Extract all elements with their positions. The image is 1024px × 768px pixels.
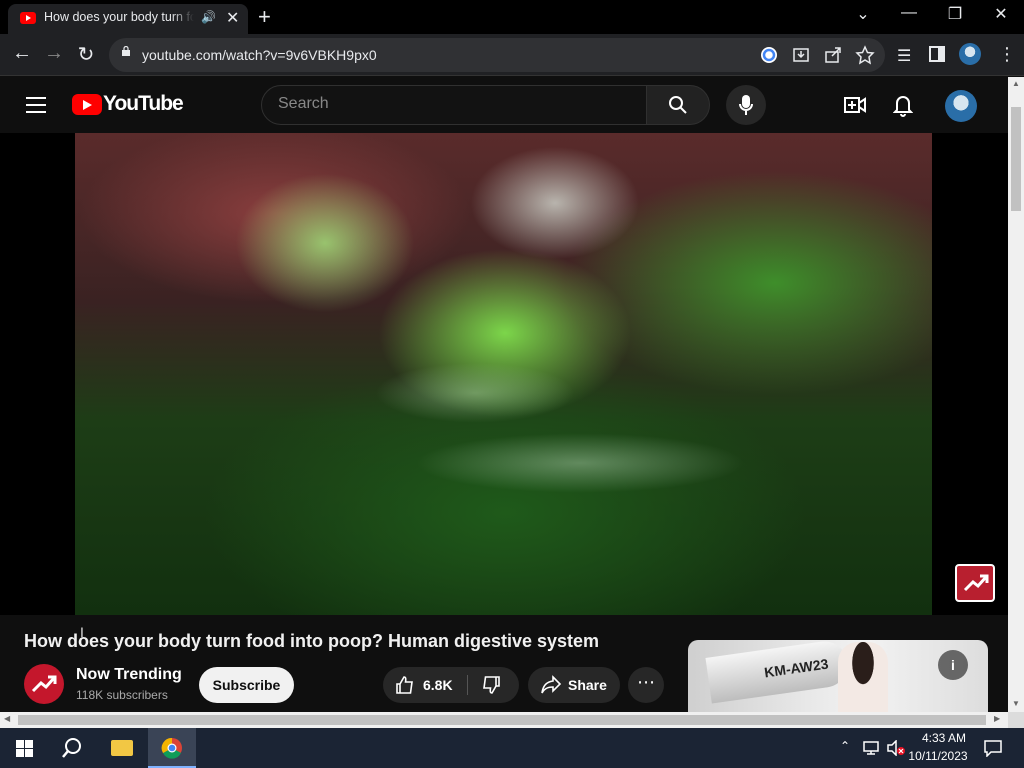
video-player[interactable] (75, 133, 932, 615)
scrollbar-corner (1008, 712, 1024, 728)
chrome-icon (161, 737, 182, 759)
vertical-scrollbar[interactable]: ▲ ▼ (1008, 77, 1024, 712)
scroll-left-icon[interactable]: ◀ (4, 714, 10, 723)
youtube-logo-icon[interactable] (72, 94, 102, 115)
google-icon[interactable] (759, 45, 779, 65)
share-icon[interactable] (823, 45, 843, 65)
address-bar[interactable]: youtube.com/watch?v=9v6VBKH9px0 (109, 38, 885, 72)
like-button[interactable]: 6.8K (383, 667, 467, 703)
windows-start-icon[interactable] (16, 740, 33, 757)
subscriber-count: 118K subscribers (76, 688, 168, 702)
tab-title: How does your body turn food into poop? … (44, 10, 194, 24)
microphone-icon (739, 95, 753, 115)
youtube-favicon-icon (20, 12, 36, 24)
youtube-logo-text[interactable]: YouTube (103, 92, 184, 116)
channel-watermark-icon[interactable] (955, 564, 995, 602)
media-control-icon[interactable]: ☰ (897, 46, 911, 66)
lock-icon[interactable] (121, 46, 131, 56)
like-count: 6.8K (423, 677, 453, 693)
like-dislike-bar: 6.8K (383, 667, 519, 703)
tab-close-icon[interactable]: ✕ (226, 8, 239, 28)
ad-banner[interactable]: KM-AW23 i (688, 640, 988, 712)
ad-person-image (838, 642, 888, 712)
folder-icon (111, 740, 133, 756)
restore-button[interactable]: ❐ (932, 4, 978, 24)
channel-name[interactable]: Now Trending (76, 666, 182, 684)
channel-avatar[interactable] (24, 664, 64, 704)
new-tab-button[interactable]: + (258, 4, 271, 30)
show-hidden-icons-icon[interactable]: ⌃ (840, 739, 850, 753)
dislike-button[interactable] (469, 667, 519, 703)
horizontal-scroll-thumb[interactable] (18, 715, 986, 725)
network-icon[interactable] (862, 740, 880, 756)
clock-date[interactable]: 10/11/2023 (906, 749, 970, 763)
horizontal-scrollbar[interactable]: ◀ ▶ (0, 712, 1008, 728)
browser-toolbar: ← → ↻ youtube.com/watch?v=9v6VBKH9px0 ☰ … (0, 34, 1024, 76)
browser-tab-strip: How does your body turn food into poop? … (0, 0, 1024, 34)
more-actions-button[interactable]: ⋯ (628, 667, 664, 703)
search-input[interactable] (278, 95, 628, 113)
video-foam-highlight-2 (415, 433, 745, 493)
voice-search-button[interactable] (726, 85, 766, 125)
forward-icon[interactable]: → (40, 42, 68, 65)
account-avatar[interactable] (945, 90, 977, 122)
subscribe-button[interactable]: Subscribe (199, 667, 294, 703)
share-arrow-icon (541, 675, 562, 694)
video-splash-highlight (235, 173, 415, 313)
video-title: How does your body turn food into poop? … (24, 631, 600, 651)
create-video-icon[interactable] (844, 95, 866, 115)
notifications-bell-icon[interactable] (893, 93, 913, 117)
taskbar-search-icon[interactable] (61, 737, 83, 759)
tab-audio-icon[interactable]: 🔊 (201, 10, 216, 24)
hamburger-menu-icon[interactable] (26, 97, 46, 113)
search-icon (669, 96, 687, 114)
scroll-up-icon[interactable]: ▲ (1012, 79, 1020, 88)
url-text[interactable]: youtube.com/watch?v=9v6VBKH9px0 (142, 47, 377, 63)
browser-tab[interactable]: How does your body turn food into poop? … (8, 4, 248, 34)
star-icon[interactable] (855, 45, 875, 65)
side-panel-icon[interactable] (929, 46, 945, 62)
youtube-header: YouTube (0, 77, 1008, 133)
file-explorer-button[interactable] (98, 728, 146, 768)
windows-taskbar: ⌃ 4:33 AM 10/11/2023 (0, 728, 1024, 768)
volume-muted-icon[interactable] (886, 740, 906, 756)
share-button[interactable]: Share (528, 667, 620, 703)
ad-info-button[interactable]: i (938, 650, 968, 680)
notifications-icon[interactable] (984, 740, 1002, 757)
chrome-taskbar-button[interactable] (148, 728, 196, 768)
share-label: Share (568, 677, 607, 693)
search-box[interactable] (261, 85, 647, 125)
clock-time[interactable]: 4:33 AM (912, 731, 976, 745)
vertical-scroll-thumb[interactable] (1011, 107, 1021, 211)
menu-icon[interactable]: ⋮ (998, 44, 1016, 65)
tab-search-icon[interactable]: ⌄ (840, 4, 886, 24)
trending-icon (31, 675, 57, 693)
install-icon[interactable] (791, 45, 811, 65)
video-foam-highlight (375, 363, 575, 423)
scroll-down-icon[interactable]: ▼ (1012, 699, 1020, 708)
back-icon[interactable]: ← (8, 42, 36, 65)
thumbs-down-icon (483, 676, 500, 694)
close-window-button[interactable]: ✕ (978, 4, 1024, 24)
profile-icon[interactable] (959, 43, 981, 65)
reload-icon[interactable]: ↻ (72, 42, 100, 67)
thumbs-up-icon (396, 676, 413, 694)
search-button[interactable] (646, 85, 710, 125)
text-cursor-icon: I (80, 624, 84, 640)
like-divider (467, 675, 468, 695)
scroll-right-icon[interactable]: ▶ (994, 714, 1000, 723)
minimize-button[interactable]: — (886, 4, 932, 22)
